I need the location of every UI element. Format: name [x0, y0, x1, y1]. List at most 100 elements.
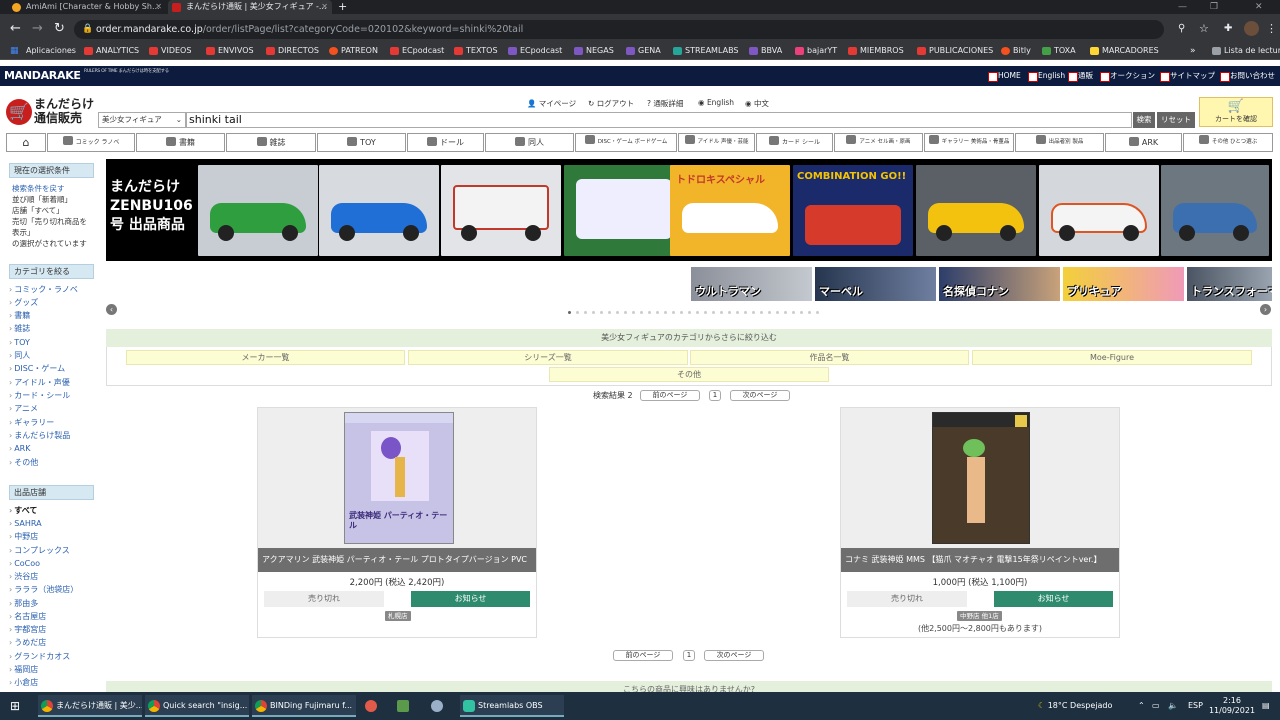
carousel-dot[interactable] [576, 311, 579, 314]
carousel-dot[interactable] [712, 311, 715, 314]
carousel-dot[interactable] [696, 311, 699, 314]
franchise-banner[interactable]: プリキュア [1063, 267, 1184, 301]
sidebar-store-item[interactable]: コンプレックス [9, 544, 70, 557]
franchise-banner[interactable]: トランスフォーマー [1187, 267, 1272, 301]
bookmark-item[interactable]: Bitly [1001, 45, 1031, 57]
chinese-link[interactable]: ◉ 中文 [745, 98, 769, 109]
close-window-icon[interactable]: ✕ [1255, 0, 1263, 14]
sidebar-store-item[interactable]: 中野店 [9, 530, 38, 543]
top-link-shop[interactable]: 通販 [1068, 70, 1093, 82]
category-select[interactable]: 美少女フィギュア ⌄ [98, 112, 186, 128]
back-icon[interactable]: ← [10, 20, 21, 37]
banner-thumb[interactable] [916, 165, 1036, 256]
shop-details-link[interactable]: ? 通販詳細 [647, 98, 683, 109]
top-link-sitemap[interactable]: サイトマップ [1160, 70, 1215, 82]
bookmark-item[interactable]: TEXTOS [454, 45, 498, 57]
carousel-dot[interactable] [656, 311, 659, 314]
carousel-dot[interactable] [760, 311, 763, 314]
english-link[interactable]: ◉ English [698, 98, 734, 107]
bookmark-item[interactable]: GENA [626, 45, 661, 57]
nav-home[interactable]: ⌂ [6, 133, 46, 152]
banner-thumb[interactable] [319, 165, 439, 256]
clock[interactable]: 2:16 11/09/2021 [1208, 696, 1256, 716]
franchise-banner[interactable]: 名探偵コナン [939, 267, 1060, 301]
taskbar-app-streamlabs[interactable]: Streamlabs OBS [460, 695, 564, 717]
nav-doll[interactable]: ドール [407, 133, 484, 152]
browser-tab-active[interactable]: まんだらけ通販 | 美少女フィギュア -... ✕ [168, 0, 332, 14]
banner-thumb[interactable] [1161, 165, 1269, 256]
windows-start-icon[interactable]: ⊞ [10, 699, 20, 713]
profile-avatar[interactable] [1244, 21, 1259, 36]
taskbar-app-chrome[interactable]: Quick search "insig... [145, 695, 249, 717]
sidebar-category-item[interactable]: まんだらけ製品 [9, 429, 70, 442]
prev-page-button[interactable]: 前のページ [640, 390, 700, 401]
view-cart-button[interactable]: 🛒 カートを確認 [1199, 97, 1273, 127]
sidebar-store-item[interactable]: 福岡店 [9, 663, 38, 676]
nav-books[interactable]: 書籍 [136, 133, 225, 152]
banner-thumb[interactable]: COMBINATION GO!! [793, 165, 913, 256]
bookmark-item[interactable]: BBVA [749, 45, 782, 57]
sidebar-store-item[interactable]: 渋谷店 [9, 570, 38, 583]
taskbar-app-pinned[interactable] [428, 695, 452, 717]
top-link-auction[interactable]: オークション [1100, 70, 1155, 82]
nav-doujin[interactable]: 同人 [485, 133, 574, 152]
top-link-contact[interactable]: お問い合わせ [1220, 70, 1275, 82]
sidebar-store-item[interactable]: 那由多 [9, 597, 38, 610]
bookmark-item[interactable]: VIDEOS [149, 45, 191, 57]
sidebar-store-item[interactable]: SAHRA [9, 517, 41, 530]
url-text[interactable]: order.mandarake.co.jp/order/listPage/lis… [96, 21, 523, 38]
sidebar-category-item[interactable]: アニメ [9, 402, 38, 415]
lock-icon[interactable]: 🔒 [82, 21, 93, 38]
carousel-next-icon[interactable]: › [1260, 304, 1271, 315]
top-link-english[interactable]: English [1028, 70, 1065, 82]
maker-list-button[interactable]: メーカー一覧 [126, 350, 405, 365]
page-number-button-bottom[interactable]: 1 [683, 650, 695, 661]
carousel-dot[interactable] [688, 311, 691, 314]
product-title[interactable]: アクアマリン 武装神姫 パーティオ・テール プロトタイプバージョン PVC [258, 548, 536, 572]
zoom-icon[interactable]: ⚲ [1178, 20, 1185, 37]
prev-page-button-bottom[interactable]: 前のページ [613, 650, 673, 661]
carousel-dot[interactable] [608, 311, 611, 314]
banner-thumb[interactable] [564, 165, 684, 256]
moe-figure-button[interactable]: Moe-Figure [972, 350, 1252, 365]
close-tab-icon[interactable]: ✕ [155, 0, 162, 14]
sidebar-category-item[interactable]: DISC・ゲーム [9, 362, 65, 375]
banner-thumb[interactable]: トドロキスペシャル [670, 165, 790, 256]
sidebar-store-item[interactable]: うめだ店 [9, 636, 46, 649]
reload-icon[interactable]: ↻ [54, 20, 65, 37]
banner-thumb[interactable] [1039, 165, 1159, 256]
sidebar-category-item[interactable]: 雑誌 [9, 322, 30, 335]
sidebar-store-item[interactable]: すべて [9, 504, 37, 517]
carousel-dot[interactable] [720, 311, 723, 314]
nav-seller-products[interactable]: 出品者別 製品 [1015, 133, 1104, 152]
browser-tab[interactable]: AmiAmi [Character & Hobby Sh... ✕ [8, 0, 166, 14]
nav-anime[interactable]: アニメ セル画・原画 [834, 133, 923, 152]
new-tab-button[interactable]: + [338, 0, 347, 14]
carousel-dot[interactable] [808, 311, 811, 314]
bookmark-item[interactable]: ANALYTICS [84, 45, 139, 57]
taskbar-app-chrome[interactable]: BINDing Fujimaru f... [252, 695, 356, 717]
carousel-dot[interactable] [632, 311, 635, 314]
browser-menu-icon[interactable]: ⋮ [1266, 20, 1277, 37]
sidebar-store-item[interactable]: 小倉店 [9, 676, 38, 689]
sidebar-category-item[interactable]: その他 [9, 456, 38, 469]
sidebar-category-item[interactable]: 書籍 [9, 309, 30, 322]
sidebar-store-item[interactable]: グランドカオス [9, 650, 70, 663]
reading-list-button[interactable]: Lista de lectura [1212, 45, 1280, 57]
notify-button[interactable]: お知らせ [994, 591, 1113, 607]
taskbar-app-chrome[interactable]: まんだらけ通販 | 美少... [38, 695, 142, 717]
next-page-button-bottom[interactable]: 次のページ [704, 650, 764, 661]
carousel-prev-icon[interactable]: ‹ [106, 304, 117, 315]
carousel-dot[interactable] [592, 311, 595, 314]
sidebar-category-item[interactable]: TOY [9, 336, 30, 349]
maximize-window-icon[interactable]: ❐ [1210, 0, 1218, 14]
taskbar-app-pinned[interactable] [362, 695, 386, 717]
sidebar-category-item[interactable]: グッズ [9, 296, 38, 309]
shop-brand-logo[interactable]: 🛒 まんだらけ通信販売 [6, 97, 96, 125]
carousel-dot[interactable] [624, 311, 627, 314]
extensions-icon[interactable]: ✚ [1224, 20, 1232, 37]
nav-gallery[interactable]: ギャラリー 美術品・骨董品 [924, 133, 1014, 152]
carousel-dot[interactable] [744, 311, 747, 314]
carousel-dot[interactable] [816, 311, 819, 314]
bookmark-item[interactable]: ENVIVOS [206, 45, 254, 57]
